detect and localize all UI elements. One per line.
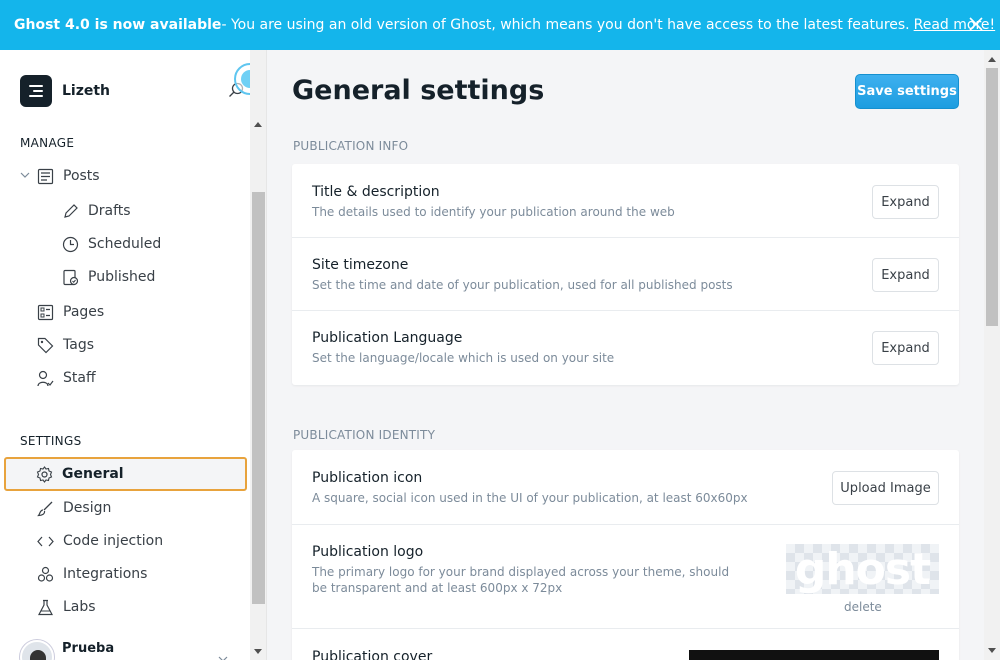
setting-row-language: Publication Language Set the language/lo…	[292, 311, 959, 385]
sidebar-item-staff[interactable]: Staff	[37, 363, 96, 393]
sidebar-item-label: General	[62, 466, 124, 482]
sidebar-item-label: Published	[88, 269, 156, 285]
sidebar-item-drafts[interactable]: Drafts	[62, 196, 131, 226]
publication-identity-title: PUBLICATION IDENTITY	[293, 428, 436, 442]
user-name: Prueba	[62, 640, 115, 656]
setting-row-title-description: Title & description The details used to …	[292, 164, 959, 238]
sidebar-item-label: Code injection	[63, 533, 164, 549]
scroll-down-arrow-icon[interactable]	[254, 649, 262, 654]
flask-icon	[38, 599, 53, 615]
main-scrollbar[interactable]	[984, 50, 1000, 660]
sidebar-item-code-injection[interactable]: Code injection	[37, 526, 163, 556]
sidebar-item-labs[interactable]: Labs	[37, 592, 96, 622]
site-logo-icon	[20, 75, 52, 107]
publication-info-title: PUBLICATION INFO	[293, 139, 409, 153]
brush-icon	[37, 501, 53, 516]
scrollbar-thumb[interactable]	[986, 68, 998, 326]
sidebar-item-tags[interactable]: Tags	[37, 330, 94, 360]
site-name: Lizeth	[62, 83, 111, 99]
setting-row-icon: Publication icon A square, social icon u…	[292, 450, 959, 525]
expand-button[interactable]: Expand	[872, 258, 939, 292]
site-brand[interactable]: Lizeth	[20, 75, 110, 107]
expand-button[interactable]: Expand	[872, 185, 939, 219]
sidebar-item-label: Labs	[63, 599, 96, 615]
sidebar: Lizeth MANAGE Posts Drafts Scheduled Pub…	[0, 50, 250, 660]
setting-row-logo: Publication logo The primary logo for yo…	[292, 525, 959, 629]
expand-button[interactable]: Expand	[872, 331, 939, 365]
publication-cover-image[interactable]	[689, 650, 939, 660]
setting-title: Title & description	[312, 184, 440, 200]
setting-row-timezone: Site timezone Set the time and date of y…	[292, 238, 959, 311]
clock-icon	[62, 236, 79, 252]
sidebar-item-label: Design	[63, 500, 112, 516]
setting-title: Publication cover	[312, 649, 433, 660]
sidebar-item-label: Staff	[63, 370, 96, 386]
scroll-up-arrow-icon[interactable]	[254, 122, 262, 127]
sidebar-item-label: Integrations	[63, 566, 148, 582]
upload-image-button[interactable]: Upload Image	[832, 471, 939, 505]
chevron-down-icon[interactable]	[20, 170, 30, 180]
posts-icon	[37, 168, 54, 184]
setting-description: be transparent and at least 600px x 72px	[312, 581, 563, 595]
publication-logo-image[interactable]: ghost	[786, 544, 939, 595]
main-content: General settings Save settings PUBLICATI…	[268, 50, 984, 660]
setting-description: The primary logo for your brand displaye…	[312, 565, 730, 579]
setting-title: Site timezone	[312, 257, 409, 273]
sidebar-item-label: Scheduled	[88, 236, 162, 252]
sidebar-item-scheduled[interactable]: Scheduled	[62, 229, 161, 259]
publication-identity-card: Publication icon A square, social icon u…	[292, 450, 959, 660]
gear-icon	[36, 465, 53, 483]
sidebar-item-design[interactable]: Design	[37, 493, 111, 523]
setting-description: A square, social icon used in the UI of …	[312, 491, 748, 505]
settings-section-title: SETTINGS	[20, 434, 82, 448]
scroll-down-arrow-icon[interactable]	[988, 648, 996, 653]
setting-description: Set the language/locale which is used on…	[312, 351, 615, 365]
close-icon[interactable]	[966, 14, 986, 34]
integrations-icon	[37, 566, 54, 582]
tag-icon	[37, 337, 54, 353]
setting-title: Publication icon	[312, 470, 423, 486]
update-banner: Ghost 4.0 is now available - You are usi…	[0, 0, 1000, 50]
sidebar-item-general[interactable]: General	[4, 457, 247, 491]
sidebar-item-pages[interactable]: Pages	[37, 297, 104, 327]
manage-section-title: MANAGE	[20, 136, 75, 150]
sidebar-scrollbar[interactable]	[250, 50, 267, 660]
pencil-icon	[64, 203, 78, 218]
sidebar-item-label: Pages	[63, 304, 105, 320]
banner-bold-text: Ghost 4.0 is now available	[14, 17, 222, 33]
sidebar-item-label: Posts	[63, 168, 100, 184]
chevron-down-icon[interactable]	[218, 654, 228, 660]
pages-icon	[37, 304, 54, 320]
setting-description: Set the time and date of your publicatio…	[312, 278, 733, 292]
sidebar-item-published[interactable]: Published	[62, 262, 155, 292]
setting-title: Publication Language	[312, 330, 463, 346]
published-icon	[63, 269, 79, 285]
delete-logo-link[interactable]: delete	[844, 600, 882, 614]
user-menu[interactable]: Prueba	[20, 640, 114, 660]
code-icon	[37, 536, 54, 546]
sidebar-item-integrations[interactable]: Integrations	[37, 559, 147, 589]
sidebar-item-label: Drafts	[88, 203, 131, 219]
page-title: General settings	[292, 75, 545, 106]
setting-row-cover: Publication cover	[292, 629, 959, 660]
scrollbar-thumb[interactable]	[252, 192, 265, 604]
avatar	[20, 640, 54, 660]
staff-icon	[37, 370, 54, 386]
scroll-up-arrow-icon[interactable]	[988, 57, 996, 62]
sidebar-item-posts[interactable]: Posts	[37, 161, 100, 191]
banner-text: - You are using an old version of Ghost,…	[221, 17, 910, 33]
setting-title: Publication logo	[312, 544, 424, 560]
publication-info-card: Title & description The details used to …	[292, 164, 959, 385]
setting-description: The details used to identify your public…	[312, 205, 675, 219]
sidebar-item-label: Tags	[63, 337, 94, 353]
save-settings-button[interactable]: Save settings	[855, 74, 959, 109]
